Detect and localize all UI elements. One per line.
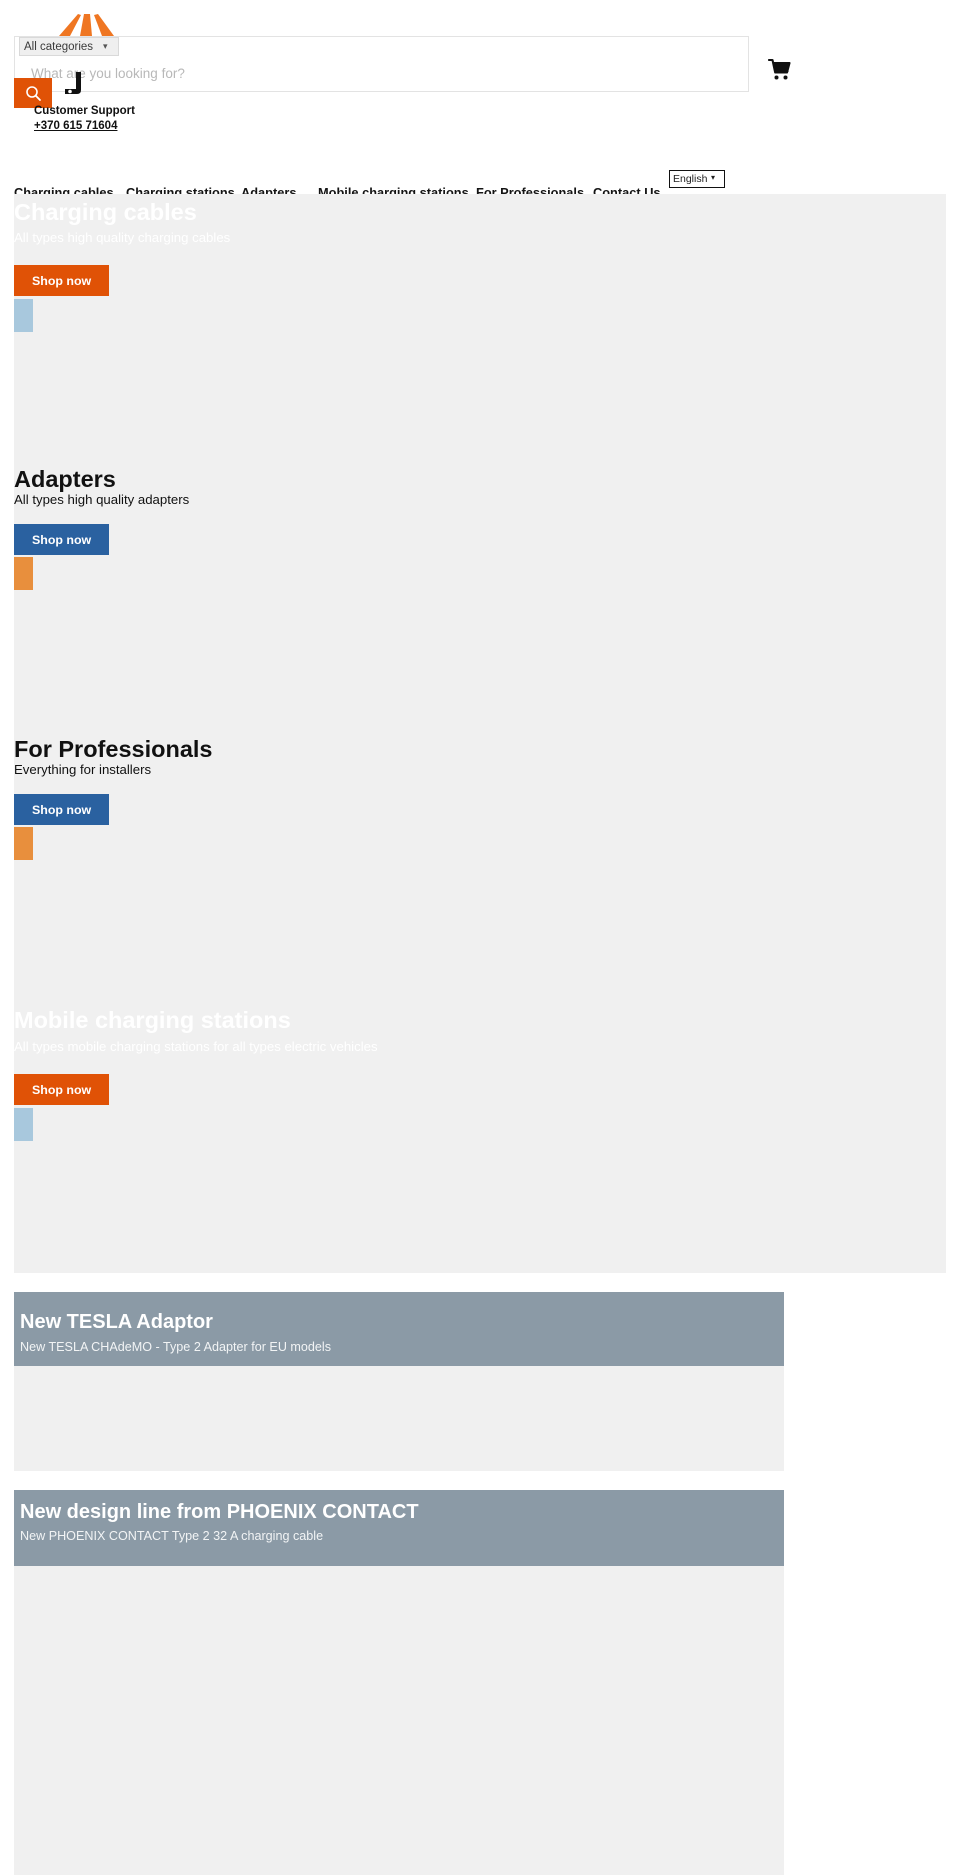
banner-subtitle: All types mobile charging stations for a… bbox=[14, 1039, 378, 1054]
promo-image-placeholder bbox=[14, 1366, 784, 1471]
search-category-select[interactable]: All categories bbox=[19, 37, 119, 56]
language-select[interactable]: English bbox=[669, 170, 725, 188]
promo-subtitle: New TESLA CHAdeMO - Type 2 Adapter for E… bbox=[20, 1340, 332, 1354]
phone-icon bbox=[65, 72, 81, 94]
search-icon bbox=[25, 85, 41, 101]
banner-subtitle: All types high quality adapters bbox=[14, 492, 190, 507]
cart-button[interactable] bbox=[767, 58, 792, 82]
shop-now-button-charging-cables[interactable]: Shop now bbox=[14, 265, 110, 296]
promo-title: New TESLA Adaptor bbox=[20, 1311, 213, 1333]
banner-title: For Professionals bbox=[14, 736, 213, 762]
color-swatch[interactable] bbox=[14, 1108, 33, 1141]
shopping-cart-icon bbox=[767, 58, 791, 80]
search-bar: All categories ▾ bbox=[14, 36, 749, 92]
shop-now-button-for-professionals[interactable]: Shop now bbox=[14, 794, 110, 825]
search-button[interactable] bbox=[14, 78, 52, 108]
banner-subtitle: Everything for installers bbox=[14, 762, 152, 777]
promo-image-placeholder bbox=[14, 1566, 784, 1875]
color-swatch[interactable] bbox=[14, 299, 33, 332]
support-title: Customer Support bbox=[34, 105, 135, 117]
promo-title: New design line from PHOENIX CONTACT bbox=[20, 1501, 419, 1523]
banner-title: Adapters bbox=[14, 466, 116, 492]
shop-now-button-adapters[interactable]: Shop now bbox=[14, 524, 110, 555]
support-phone-link[interactable]: +370 615 71604 bbox=[34, 120, 117, 132]
banner-title: Mobile charging stations bbox=[14, 1007, 291, 1033]
color-swatch[interactable] bbox=[14, 827, 33, 860]
banner-for-professionals[interactable] bbox=[14, 730, 946, 1002]
search-input[interactable] bbox=[29, 61, 629, 85]
promo-subtitle: New PHOENIX CONTACT Type 2 32 A charging… bbox=[20, 1529, 324, 1543]
color-swatch[interactable] bbox=[14, 557, 33, 590]
shop-now-button-mobile-charging-stations[interactable]: Shop now bbox=[14, 1074, 110, 1105]
site-header: All categories ▾ Customer Support +370 6… bbox=[0, 0, 960, 200]
banner-title: Charging cables bbox=[14, 199, 197, 225]
banner-subtitle: All types high quality charging cables bbox=[14, 230, 231, 245]
